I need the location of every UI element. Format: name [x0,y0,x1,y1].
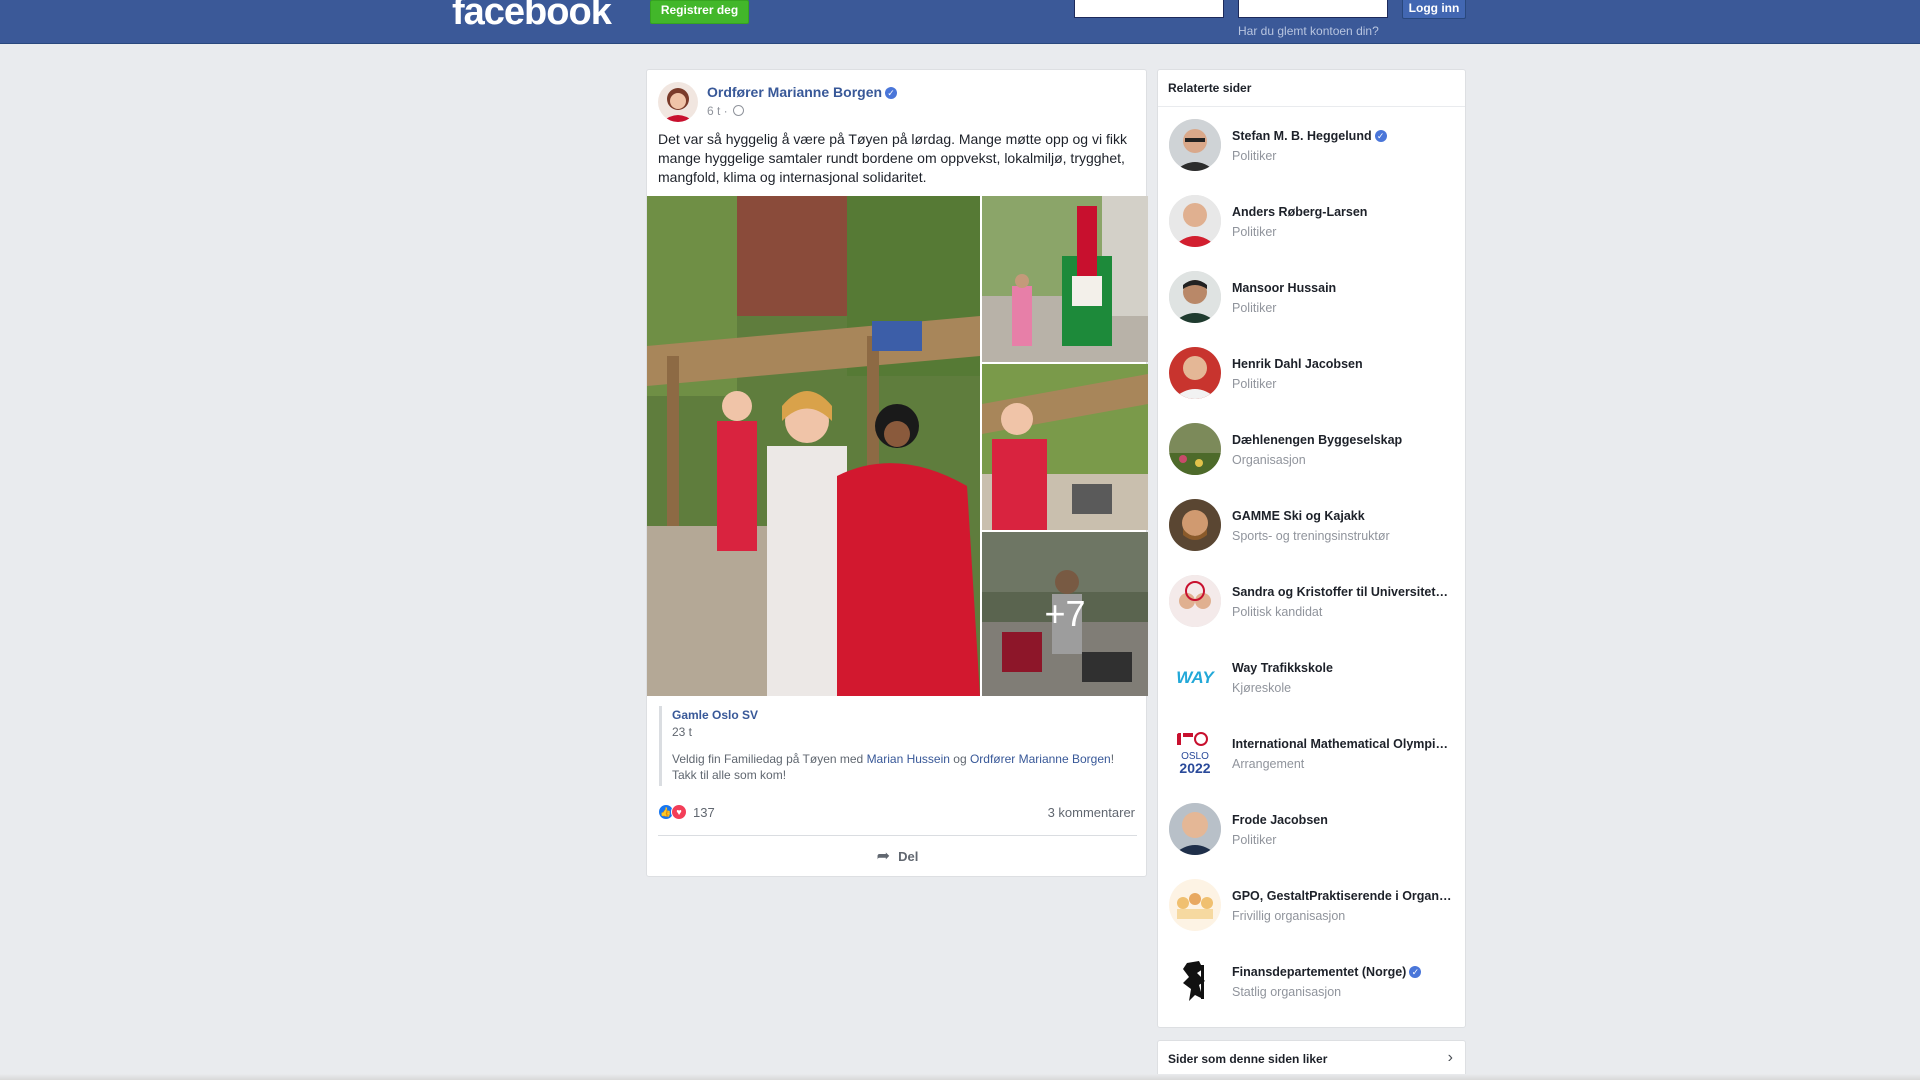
shared-time: 23 t [672,725,693,739]
post-photo-4[interactable]: +7 [982,532,1148,696]
related-item[interactable]: Finansdepartementet (Norge) ✓ Statlig org… [1169,955,1459,1011]
top-bar: facebook Registrer deg Logg inn Har du g… [0,0,1920,44]
related-item-category: Politiker [1232,833,1277,847]
liked-pages-title: Sider som denne siden liker [1168,1052,1328,1066]
email-input[interactable] [1074,0,1224,18]
share-icon: ➦ [876,848,891,865]
related-item-category: Arrangement [1232,757,1305,771]
post-meta: 6 t · [707,104,745,118]
divider [658,835,1137,836]
related-item[interactable]: WAY Way Trafikkskole Kjøreskole [1169,651,1459,707]
mention-link[interactable]: Ordfører Marianne Borgen [970,752,1111,766]
shared-post: Gamle Oslo SV 23 t Veldig fin Familiedag… [659,706,1137,786]
related-item-name[interactable]: GAMME Ski og Kajakk [1232,509,1452,523]
password-input[interactable] [1238,0,1388,18]
forgot-account-link[interactable]: Har du glemt kontoen din? [1238,24,1379,38]
related-avatar [1169,423,1221,475]
related-item-category: Organisasjon [1232,453,1306,467]
related-item-category: Frivillig organisasjon [1232,909,1346,923]
svg-text:WAY: WAY [1176,668,1215,687]
chevron-right-icon[interactable]: › [1448,1049,1453,1067]
verified-badge-icon: ✓ [1409,966,1422,978]
related-avatar [1169,271,1221,323]
svg-text:2022: 2022 [1179,760,1210,776]
facebook-logo[interactable]: facebook [452,0,612,32]
related-item-name[interactable]: Henrik Dahl Jacobsen [1232,357,1452,371]
verified-badge-icon: ✓ [1374,130,1387,142]
related-item-name[interactable]: Frode Jacobsen [1232,813,1452,827]
related-item-name[interactable]: GPO, GestaltPraktiserende i Organisasjon… [1232,889,1452,903]
related-item-category: Politiker [1232,149,1277,163]
related-item-name[interactable]: Mansoor Hussain [1232,281,1452,295]
related-item-category: Statlig organisasjon [1232,985,1342,999]
related-item[interactable]: Henrik Dahl Jacobsen Politiker [1169,347,1459,403]
bottom-shade [0,1074,1920,1080]
shared-text: Veldig fin Familiedag på Tøyen med Maria… [672,752,1115,782]
verified-badge-icon: ✓ [885,87,898,99]
post-photo-2[interactable] [982,196,1148,362]
related-item[interactable]: Frode Jacobsen Politiker [1169,803,1459,859]
mention-link[interactable]: Marian Hussein [867,752,950,766]
post-photo-main[interactable] [647,196,980,696]
related-pages-panel: Relaterte sider Stefan M. B. Heggelund ✓ … [1157,69,1466,1028]
related-item[interactable]: GPO, GestaltPraktiserende i Organisasjon… [1169,879,1459,935]
login-button[interactable]: Logg inn [1402,0,1466,19]
related-item-category: Politisk kandidat [1232,605,1323,619]
related-item[interactable]: OSLO 2022 International Mathematical Olym… [1169,727,1459,783]
related-item[interactable]: GAMME Ski og Kajakk Sports- og treningsi… [1169,499,1459,555]
related-item-category: Sports- og treningsinstruktør [1232,529,1390,543]
related-item-name[interactable]: International Mathematical Olympiad 2022 [1232,737,1452,751]
related-item[interactable]: Stefan M. B. Heggelund ✓ Politiker [1169,119,1459,175]
related-item-name[interactable]: Stefan M. B. Heggelund ✓ [1232,129,1452,143]
related-avatar [1169,575,1221,627]
post-card: Ordfører Marianne Borgen ✓ 6 t · Det var … [646,69,1148,877]
shared-page-link[interactable]: Gamle Oslo SV [672,708,1137,722]
related-item[interactable]: Anders Røberg-Larsen Politiker [1169,195,1459,251]
register-button[interactable]: Registrer deg [650,0,749,24]
related-avatar [1169,803,1221,855]
related-item[interactable]: Mansoor Hussain Politiker [1169,271,1459,327]
post-text: Det var så hyggelig å være på Tøyen på l… [658,131,1127,185]
reaction-count: 137 [693,804,715,820]
related-item-category: Kjøreskole [1232,681,1292,695]
related-item[interactable]: Dæhlenengen Byggeselskap Organisasjon [1169,423,1459,479]
post-photo-3[interactable] [982,364,1148,530]
love-reaction-icon: ♥ [671,804,687,820]
related-pages-title: Relaterte sider [1158,70,1465,107]
more-photos-overlay[interactable]: +7 [982,532,1148,696]
comments-link[interactable]: 3 kommentarer [1048,805,1135,820]
related-item[interactable]: Sandra og Kristoffer til Universitetssty… [1169,575,1459,631]
related-item-name[interactable]: Sandra og Kristoffer til Universitetssty… [1232,585,1452,599]
related-item-name[interactable]: Anders Røberg-Larsen [1232,205,1452,219]
author-avatar[interactable] [658,82,698,122]
related-avatar [1169,879,1221,931]
related-item-category: Politiker [1232,225,1277,239]
imo-logo: OSLO 2022 [1169,727,1221,779]
related-avatar [1169,195,1221,247]
related-item-name[interactable]: Finansdepartementet (Norge) ✓ [1232,965,1452,979]
related-avatar [1169,499,1221,551]
related-item-name[interactable]: Way Trafikkskole [1232,661,1452,675]
reactions-summary[interactable]: 👍 ♥ 137 [658,804,715,820]
share-button[interactable]: ➦ Del [647,840,1148,872]
globe-icon [733,105,745,116]
related-avatar [1169,347,1221,399]
author-name-link[interactable]: Ordfører Marianne Borgen ✓ [707,84,898,100]
related-item-category: Politiker [1232,301,1277,315]
norway-lion-logo [1169,955,1221,1007]
related-item-category: Politiker [1232,377,1277,391]
related-avatar [1169,119,1221,171]
related-item-name[interactable]: Dæhlenengen Byggeselskap [1232,433,1452,447]
way-logo: WAY [1169,651,1221,703]
